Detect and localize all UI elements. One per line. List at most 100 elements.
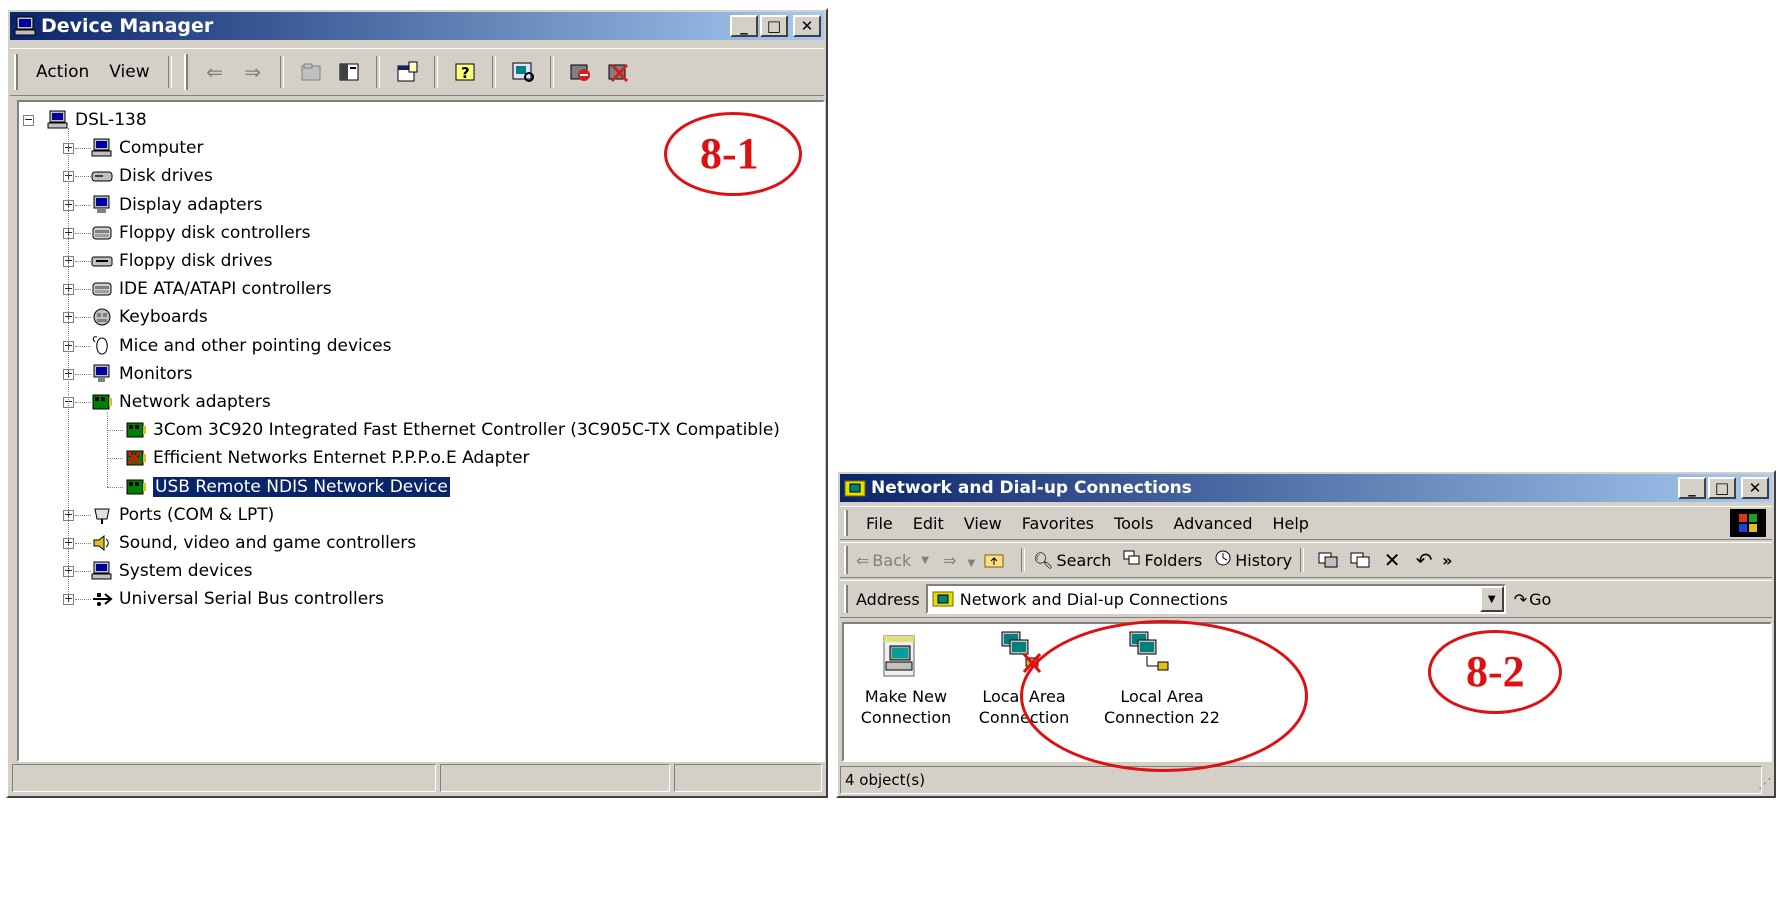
- tree-connector: [75, 543, 91, 544]
- menu-tools[interactable]: Tools: [1104, 514, 1163, 533]
- menu-help[interactable]: Help: [1262, 514, 1318, 533]
- monitor-icon: [91, 364, 113, 384]
- uninstall-device-icon[interactable]: [606, 59, 632, 85]
- sound-icon: [91, 533, 113, 553]
- expand-toggle[interactable]: −: [23, 114, 34, 126]
- tree-node[interactable]: Network adapters: [91, 388, 271, 416]
- tree-connector: [75, 204, 91, 206]
- help-icon[interactable]: ?: [452, 59, 478, 85]
- toolbar-grip[interactable]: [14, 53, 18, 91]
- toolbar-separator: [1021, 548, 1026, 572]
- tree-node-label: Floppy disk drives: [119, 251, 273, 271]
- history-button[interactable]: History: [1214, 549, 1292, 571]
- minimize-button[interactable]: _: [730, 15, 758, 37]
- device-tree-pane[interactable]: − DSL-138 + Computer + Disk drives + Display ad…: [17, 100, 825, 762]
- tree-node[interactable]: Display adapters: [91, 191, 262, 219]
- tree-node[interactable]: Mice and other pointing devices: [91, 332, 391, 360]
- expand-toggle[interactable]: +: [63, 593, 74, 606]
- delete-icon[interactable]: ✕: [1379, 547, 1405, 573]
- menu-file[interactable]: File: [856, 514, 903, 533]
- tree-node-label: Sound, video and game controllers: [119, 533, 417, 553]
- move-to-icon[interactable]: [1315, 547, 1341, 573]
- address-bar: Address Network and Dial-up Connections …: [840, 580, 1772, 618]
- tree-connector: [75, 599, 91, 601]
- tree-node[interactable]: 3Com 3C920 Integrated Fast Ethernet Cont…: [125, 416, 780, 444]
- status-panel-1: [12, 764, 436, 792]
- toolbar-more-chevron[interactable]: »: [1442, 551, 1452, 570]
- tree-node[interactable]: IDE ATA/ATAPI controllers: [91, 275, 332, 303]
- disk-drive-icon: [91, 166, 113, 186]
- up-folder-icon[interactable]: [981, 547, 1007, 573]
- search-icon: 🔍︎: [1033, 550, 1054, 570]
- maximize-button[interactable]: □: [760, 15, 788, 37]
- menu-edit[interactable]: Edit: [903, 514, 954, 533]
- disable-device-icon[interactable]: [568, 59, 594, 85]
- menu-view[interactable]: View: [99, 62, 159, 82]
- search-button[interactable]: 🔍︎ Search: [1033, 551, 1111, 570]
- toolbar-grip[interactable]: [844, 546, 848, 574]
- tree-node[interactable]: Floppy disk controllers: [91, 219, 311, 247]
- minimize-button[interactable]: _: [1678, 477, 1706, 499]
- tree-node[interactable]: Universal Serial Bus controllers: [91, 585, 384, 613]
- tree-connector: [75, 148, 91, 150]
- tree-node[interactable]: Keyboards: [91, 303, 208, 331]
- network-adapter-icon: [125, 477, 147, 497]
- address-label: Address: [856, 589, 920, 609]
- menu-favorites[interactable]: Favorites: [1012, 514, 1104, 533]
- go-button[interactable]: ↷ Go: [1514, 590, 1552, 609]
- annotation-circle-8-2: [1020, 620, 1308, 772]
- tree-node[interactable]: Computer: [91, 134, 204, 162]
- network-menubar: File Edit View Favorites Tools Advanced …: [840, 506, 1772, 540]
- system-device-icon: [91, 561, 113, 581]
- address-grip[interactable]: [844, 584, 848, 614]
- maximize-button[interactable]: □: [1708, 477, 1736, 499]
- tree-node[interactable]: Floppy disk drives: [91, 247, 272, 275]
- tree-connector: [107, 412, 108, 487]
- tree-node[interactable]: USB Remote NDIS Network Device: [125, 473, 451, 501]
- toolbar-grip[interactable]: [183, 53, 188, 91]
- show-hide-tree-icon[interactable]: [336, 59, 362, 85]
- device-manager-titlebar[interactable]: Device Manager _ □ ✕: [10, 12, 824, 40]
- tree-node[interactable]: System devices: [91, 557, 253, 585]
- close-button[interactable]: ✕: [1741, 477, 1769, 499]
- tree-connector: [75, 289, 91, 291]
- tree-node-label: Keyboards: [119, 307, 208, 328]
- menu-view[interactable]: View: [954, 514, 1012, 533]
- network-titlebar[interactable]: Network and Dial-up Connections _ □ ✕: [840, 474, 1772, 502]
- network-connections-window: Network and Dial-up Connections _ □ ✕ Fi…: [836, 470, 1776, 798]
- ide-controller-icon: [91, 279, 113, 299]
- tree-node[interactable]: DSL-138: [47, 106, 147, 134]
- properties-icon[interactable]: [394, 59, 420, 85]
- address-dropdown-button[interactable]: ▼: [1479, 586, 1504, 612]
- status-panel-3: [674, 764, 822, 792]
- toolbar-separator: [491, 55, 496, 89]
- up-folder-icon[interactable]: [298, 59, 324, 85]
- back-button[interactable]: ⇐ Back ▼: [856, 551, 929, 570]
- tree-node[interactable]: Efficient Networks Enternet P.P.P.o.E Ad…: [125, 444, 530, 472]
- scan-hardware-icon[interactable]: [510, 59, 536, 85]
- toolbar-separator: [167, 55, 172, 89]
- copy-to-icon[interactable]: [1347, 547, 1373, 573]
- tree-connector: [75, 514, 91, 516]
- tree-node[interactable]: Monitors: [91, 360, 192, 388]
- tree-node[interactable]: Sound, video and game controllers: [91, 529, 416, 557]
- close-button[interactable]: ✕: [793, 15, 821, 37]
- tree-node[interactable]: Disk drives: [91, 162, 213, 190]
- back-arrow-icon[interactable]: ⇐: [202, 59, 228, 85]
- make-new-connection-item[interactable]: Make New Connection: [844, 624, 974, 760]
- network-folder-icon: [844, 478, 866, 498]
- folders-button[interactable]: Folders: [1123, 550, 1202, 570]
- address-input[interactable]: Network and Dial-up Connections ▼: [925, 584, 1506, 614]
- undo-icon[interactable]: ↶: [1411, 547, 1437, 573]
- make-new-connection-label: Make New Connection: [860, 687, 952, 727]
- menu-advanced[interactable]: Advanced: [1163, 514, 1262, 533]
- menubar-grip[interactable]: [844, 510, 848, 536]
- resize-grip-icon[interactable]: ⋰: [1758, 776, 1772, 792]
- mouse-icon: [91, 335, 113, 356]
- forward-button[interactable]: ⇒ ▼: [943, 551, 975, 570]
- tree-node-label: Universal Serial Bus controllers: [119, 589, 385, 610]
- floppy-drive-icon: [91, 251, 113, 271]
- menu-action[interactable]: Action: [26, 62, 99, 82]
- tree-node[interactable]: Ports (COM & LPT): [91, 501, 274, 529]
- forward-arrow-icon[interactable]: ⇒: [240, 59, 266, 85]
